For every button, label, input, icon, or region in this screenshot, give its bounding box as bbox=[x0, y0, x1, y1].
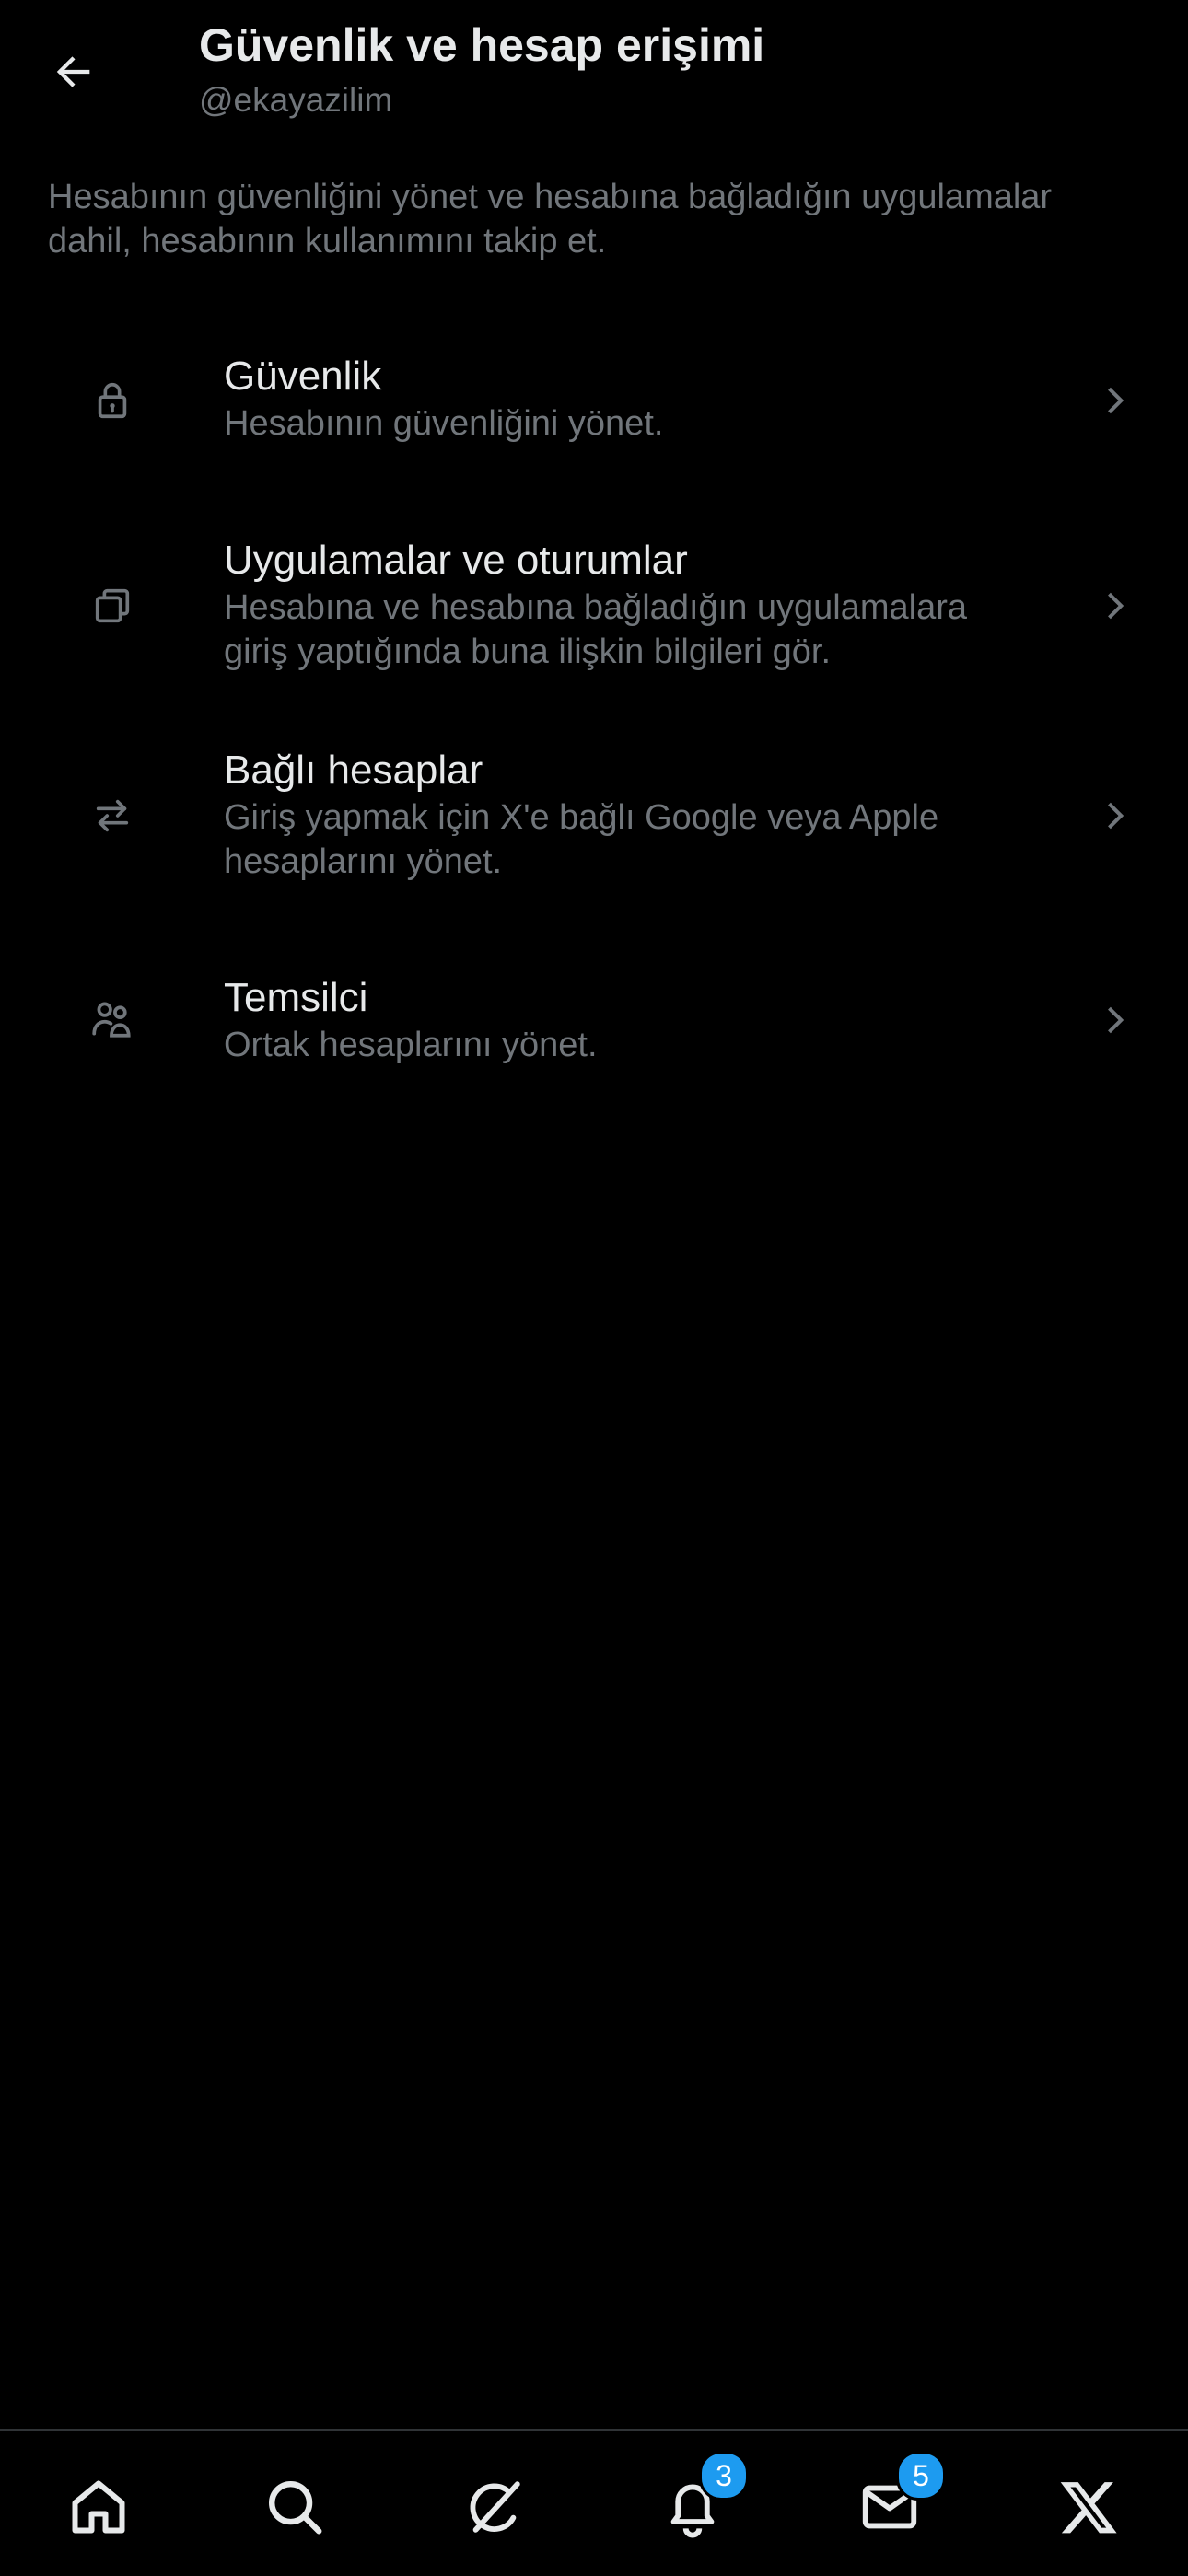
top-bar: Güvenlik ve hesap erişimi @ekayazilim bbox=[0, 0, 1188, 138]
nav-search[interactable] bbox=[253, 2466, 336, 2548]
arrow-left-icon bbox=[56, 56, 90, 87]
nav-messages[interactable]: 5 bbox=[848, 2451, 946, 2548]
notifications-badge: 3 bbox=[699, 2451, 749, 2501]
menu-item-description: Giriş yapmak için X'e bağlı Google veya … bbox=[224, 798, 939, 881]
menu-item-title: Uygulamalar ve oturumlar bbox=[224, 538, 688, 583]
menu-item-title: Bağlı hesaplar bbox=[224, 748, 483, 793]
nav-notifications[interactable]: 3 bbox=[651, 2451, 749, 2548]
menu-item-connected-accounts[interactable]: Bağlı hesaplar Giriş yapmak için X'e bağ… bbox=[0, 735, 1188, 900]
menu-item-title: Temsilci bbox=[224, 975, 368, 1020]
x-logo-icon bbox=[1060, 2482, 1117, 2534]
menu-item-description: Hesabının güvenliğini yönet. bbox=[224, 404, 664, 443]
chevron-right-icon bbox=[1087, 992, 1142, 1048]
grok-icon bbox=[470, 2481, 520, 2533]
menu-item-delegate[interactable]: Temsilci Ortak hesaplarını yönet. bbox=[0, 962, 1188, 1082]
menu-item-title: Güvenlik bbox=[224, 354, 382, 399]
menu-item-description: Hesabına ve hesabına bağladığın uygulama… bbox=[224, 588, 968, 671]
menu-item-apps-sessions[interactable]: Uygulamalar ve oturumlar Hesabına ve hes… bbox=[0, 525, 1188, 690]
page-description: Hesabının güvenliğini yönet ve hesabına … bbox=[48, 178, 1053, 261]
people-icon bbox=[76, 982, 149, 1056]
bottom-nav-bar: 3 5 bbox=[0, 2429, 1188, 2576]
lock-icon bbox=[76, 364, 149, 437]
swap-arrows-icon bbox=[76, 779, 149, 853]
chevron-right-icon bbox=[1087, 578, 1142, 633]
copy-icon bbox=[76, 569, 149, 643]
nav-grok[interactable] bbox=[453, 2466, 536, 2548]
menu-item-security[interactable]: Güvenlik Hesabının güvenliğini yönet. bbox=[0, 341, 1188, 460]
nav-x-premium[interactable] bbox=[1047, 2466, 1130, 2548]
menu-item-description: Ortak hesaplarını yönet. bbox=[224, 1026, 598, 1064]
username-label: @ekayazilim bbox=[199, 81, 393, 119]
nav-home[interactable] bbox=[57, 2466, 140, 2548]
page-title: Güvenlik ve hesap erişimi bbox=[199, 19, 765, 71]
messages-badge: 5 bbox=[896, 2451, 946, 2501]
search-icon bbox=[269, 2481, 322, 2535]
back-button[interactable] bbox=[37, 35, 111, 109]
home-icon bbox=[72, 2480, 125, 2534]
chevron-right-icon bbox=[1087, 788, 1142, 843]
chevron-right-icon bbox=[1087, 373, 1142, 428]
